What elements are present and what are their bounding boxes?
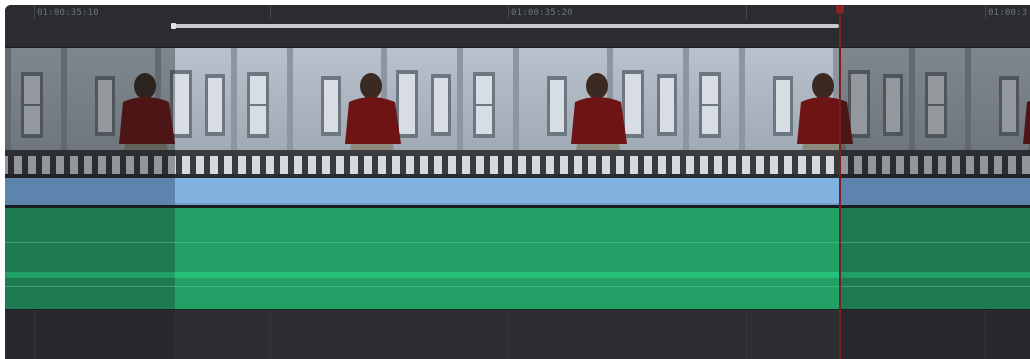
- timecode-ruler[interactable]: 01:00:35:10 01:00:35:20 01:00:3: [5, 5, 1030, 48]
- audio-clip-selected-segment[interactable]: [175, 208, 839, 309]
- playhead-handle[interactable]: [836, 5, 844, 13]
- audio-level-line: [175, 242, 839, 243]
- grid-line: [34, 310, 35, 359]
- timecode-label: 01:00:3: [988, 8, 1028, 18]
- video-clip-thumbnails[interactable]: [5, 48, 1030, 178]
- video-clip-label-bar[interactable]: [5, 178, 1030, 205]
- grid-line: [746, 310, 747, 359]
- ruler-tick: [985, 5, 986, 19]
- playhead[interactable]: [839, 5, 841, 359]
- ruler-tick: [746, 5, 747, 19]
- grid-line: [508, 310, 509, 359]
- audio-clip[interactable]: [5, 208, 1030, 309]
- timeline-panel: 01:00:35:10 01:00:35:20 01:00:3: [5, 5, 1030, 359]
- timecode-label: 01:00:35:20: [511, 8, 573, 18]
- empty-track-selected-region: [175, 310, 839, 359]
- unselected-region-dim: [5, 48, 175, 178]
- empty-track[interactable]: [5, 310, 1030, 359]
- ruler-tick: [270, 5, 271, 19]
- audio-waveform: [175, 272, 839, 278]
- grid-line: [270, 310, 271, 359]
- selection-range-bar[interactable]: [171, 23, 839, 29]
- video-clip-selected-segment[interactable]: [175, 178, 839, 205]
- audio-level-line: [175, 286, 839, 287]
- grid-line: [985, 310, 986, 359]
- timecode-label: 01:00:35:10: [37, 8, 99, 18]
- ruler-tick: [34, 5, 35, 19]
- ruler-tick: [508, 5, 509, 19]
- unselected-region-dim: [841, 48, 1030, 178]
